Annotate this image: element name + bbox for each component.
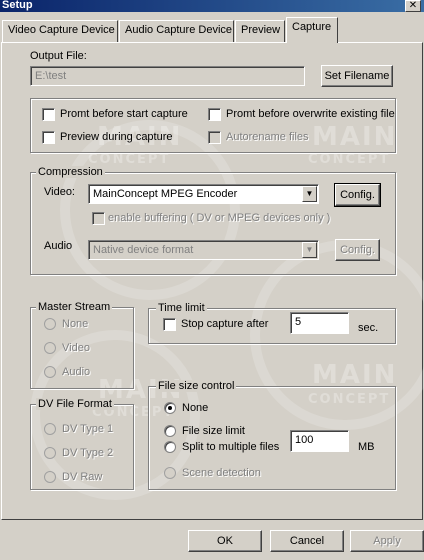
title-bar: Setup ✕ [0, 0, 424, 12]
autorename-files-label: Autorename files [226, 131, 309, 143]
master-audio-radio[interactable] [44, 366, 56, 378]
chevron-down-icon[interactable]: ▼ [302, 242, 317, 258]
time-limit-title: Time limit [156, 302, 207, 314]
video-config-button[interactable]: Config. [334, 183, 381, 207]
set-filename-button[interactable]: Set Filename [321, 65, 393, 87]
preview-during-capture-label: Preview during capture [60, 131, 173, 143]
output-file-label: Output File: [30, 50, 87, 62]
dv-type-1-label: DV Type 1 [62, 423, 114, 435]
video-codec-value: MainConcept MPEG Encoder [93, 188, 238, 200]
preview-during-capture-checkbox[interactable] [42, 131, 55, 144]
tab-label: Capture [292, 21, 332, 33]
split-multiple-files-radio[interactable] [164, 441, 176, 453]
prompt-before-start-label: Promt before start capture [60, 108, 188, 120]
prompt-before-start-checkbox[interactable] [42, 108, 55, 121]
tab-capture[interactable]: Capture [286, 17, 338, 43]
tab-preview[interactable]: Preview [235, 20, 285, 42]
scene-detection-label: Scene detection [182, 467, 261, 479]
master-none-radio[interactable] [44, 318, 56, 330]
master-video-radio[interactable] [44, 342, 56, 354]
apply-button[interactable]: Apply [350, 530, 424, 552]
dv-raw-radio[interactable] [44, 471, 56, 483]
enable-buffering-checkbox[interactable] [92, 212, 105, 225]
ok-button[interactable]: OK [188, 530, 262, 552]
file-size-input[interactable]: 100 [290, 430, 349, 452]
output-file-field[interactable]: E:\test [30, 66, 305, 86]
window-title: Setup [2, 0, 33, 11]
tab-label: Video Capture Device [8, 24, 115, 36]
master-audio-label: Audio [62, 366, 91, 378]
dv-type-2-label: DV Type 2 [62, 447, 114, 459]
dv-file-format-title: DV File Format [36, 398, 114, 410]
enable-buffering-label: enable buffering ( DV or MPEG devices on… [108, 212, 331, 224]
file-size-limit-label: File size limit [182, 425, 245, 437]
tab-label: Audio Capture Device [125, 24, 233, 36]
master-stream-title: Master Stream [36, 301, 113, 313]
dv-type-1-radio[interactable] [44, 423, 56, 435]
time-limit-input[interactable]: 5 [290, 312, 349, 334]
audio-codec-value: Native device format [93, 244, 194, 256]
split-multiple-files-label: Split to multiple files [182, 441, 280, 453]
compression-title: Compression [36, 166, 105, 178]
scene-detection-radio[interactable] [164, 467, 176, 479]
master-video-label: Video [62, 342, 90, 354]
file-size-limit-radio[interactable] [164, 425, 176, 437]
prompt-before-overwrite-checkbox[interactable] [208, 108, 221, 121]
stop-capture-after-checkbox[interactable] [163, 318, 176, 331]
tab-video-capture-device[interactable]: Video Capture Device [2, 20, 118, 42]
cancel-button[interactable]: Cancel [270, 530, 344, 552]
audio-label: Audio [44, 240, 73, 252]
chevron-down-icon[interactable]: ▼ [302, 186, 317, 202]
master-none-label: None [62, 318, 89, 330]
file-size-unit: MB [358, 441, 375, 453]
close-icon[interactable]: ✕ [405, 0, 421, 12]
file-size-control-title: File size control [156, 380, 237, 392]
audio-config-button[interactable]: Config. [335, 239, 380, 261]
autorename-files-checkbox[interactable] [208, 131, 221, 144]
stop-capture-after-label: Stop capture after [181, 318, 269, 330]
file-size-none-radio[interactable] [164, 402, 176, 414]
audio-codec-select[interactable]: Native device format ▼ [88, 240, 319, 260]
video-label: Video: [44, 186, 75, 198]
dv-type-2-radio[interactable] [44, 447, 56, 459]
dv-raw-label: DV Raw [62, 471, 103, 483]
tab-label: Preview [241, 24, 281, 36]
prompt-before-overwrite-label: Promt before overwrite existing file [226, 108, 395, 120]
file-size-none-label: None [182, 402, 209, 414]
video-codec-select[interactable]: MainConcept MPEG Encoder ▼ [88, 184, 319, 204]
capture-options-group [30, 98, 396, 153]
tab-audio-capture-device[interactable]: Audio Capture Device [119, 20, 234, 42]
time-limit-unit: sec. [358, 322, 379, 334]
